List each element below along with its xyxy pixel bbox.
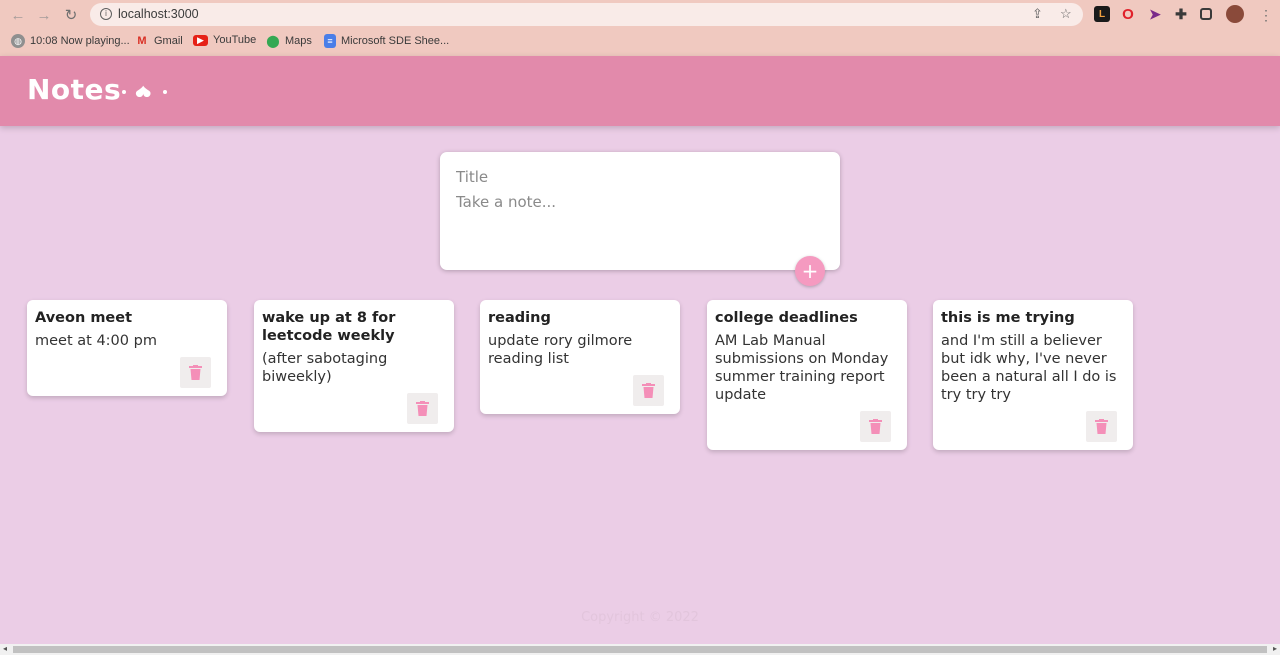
- menu-dots-icon[interactable]: ⋮: [1256, 5, 1276, 25]
- trash-icon: [189, 365, 202, 380]
- add-note-button[interactable]: +: [795, 256, 825, 286]
- bookmark-label: Microsoft SDE Shee...: [341, 35, 450, 47]
- side-panel-icon[interactable]: [1200, 8, 1212, 20]
- note-card: college deadlines AM Lab Manual submissi…: [707, 300, 907, 450]
- bookmark-label: Maps: [285, 35, 312, 47]
- bookmark-gmail[interactable]: M Gmail: [135, 34, 183, 48]
- note-content: (after sabotaging biweekly): [262, 351, 388, 385]
- delete-button[interactable]: [180, 357, 211, 388]
- delete-button[interactable]: [1086, 411, 1117, 442]
- bookmark-youtube[interactable]: ▶ YouTube: [193, 34, 256, 46]
- opera-icon[interactable]: O: [1120, 6, 1136, 23]
- heart-icon: ❥: [133, 83, 156, 101]
- share-icon[interactable]: ⇪: [1032, 6, 1043, 22]
- maps-icon: ⬤: [266, 34, 280, 48]
- copyright-text: Copyright © 2022: [581, 610, 699, 625]
- cursor-extension-icon[interactable]: ➤: [1147, 6, 1163, 22]
- note-content-input[interactable]: [456, 193, 816, 253]
- app-title: Notes: [27, 73, 122, 106]
- puzzle-icon[interactable]: ✚: [1173, 6, 1189, 22]
- browser-toolbar: ← → ↻ i localhost:3000 ⇪ ☆ L O ➤ ✚ ⋮: [0, 0, 1280, 29]
- youtube-icon: ▶: [193, 34, 208, 46]
- bookmarks-bar: ◍ 10:08 Now playing... M Gmail ▶ YouTube…: [0, 29, 1280, 56]
- delete-button[interactable]: [407, 393, 438, 424]
- delete-button[interactable]: [633, 375, 664, 406]
- note-title: Aveon meet: [35, 310, 133, 326]
- site-info-icon[interactable]: i: [100, 8, 112, 20]
- note-content: AM Lab Manual submissions on Monday summ…: [715, 333, 889, 403]
- note-card: reading update rory gilmore reading list: [480, 300, 680, 414]
- note-content: and I'm still a believer but idk why, I'…: [941, 333, 1117, 403]
- docs-icon: ≡: [324, 34, 336, 48]
- dot-icon: [122, 90, 126, 94]
- note-title: college deadlines: [715, 310, 858, 326]
- note-title-input[interactable]: [456, 166, 816, 188]
- extension-icon[interactable]: L: [1094, 6, 1110, 22]
- note-content: meet at 4:00 pm: [35, 333, 157, 349]
- bookmark-star-icon[interactable]: ☆: [1060, 6, 1072, 22]
- horizontal-scrollbar[interactable]: ◂ ▸: [0, 644, 1280, 655]
- address-bar[interactable]: i localhost:3000 ⇪ ☆: [90, 3, 1083, 26]
- footer: Copyright © 2022: [0, 610, 1280, 625]
- bookmark-label: 10:08 Now playing...: [30, 35, 130, 47]
- bookmark-sde-sheet[interactable]: ≡ Microsoft SDE Shee...: [324, 34, 449, 48]
- note-title: wake up at 8 for leetcode weekly: [262, 310, 396, 344]
- reload-icon[interactable]: ↻: [61, 5, 81, 25]
- note-title: reading: [488, 310, 551, 326]
- note-card: Aveon meet meet at 4:00 pm: [27, 300, 227, 396]
- trash-icon: [869, 419, 882, 434]
- note-title: this is me trying: [941, 310, 1075, 326]
- create-note-form: [440, 152, 840, 270]
- scroll-left-icon[interactable]: ◂: [3, 644, 7, 653]
- bookmark-now-playing[interactable]: ◍ 10:08 Now playing...: [11, 34, 130, 48]
- dot-icon: [162, 90, 167, 94]
- trash-icon: [1095, 419, 1108, 434]
- url-text: localhost:3000: [118, 7, 199, 21]
- trash-icon: [642, 383, 655, 398]
- delete-button[interactable]: [860, 411, 891, 442]
- forward-arrow-icon[interactable]: →: [34, 5, 54, 25]
- note-card: this is me trying and I'm still a believ…: [933, 300, 1133, 450]
- scroll-right-icon[interactable]: ▸: [1273, 644, 1277, 653]
- globe-icon: ◍: [11, 34, 25, 48]
- avatar[interactable]: [1226, 5, 1244, 23]
- header-decoration: ❥: [122, 82, 167, 102]
- app-header: Notes ❥: [0, 56, 1280, 126]
- back-arrow-icon[interactable]: ←: [8, 5, 28, 25]
- note-content: update rory gilmore reading list: [488, 333, 633, 367]
- bookmark-label: YouTube: [213, 34, 257, 46]
- bookmark-label: Gmail: [154, 35, 183, 47]
- trash-icon: [416, 401, 429, 416]
- gmail-icon: M: [137, 35, 147, 47]
- note-card: wake up at 8 for leetcode weekly (after …: [254, 300, 454, 432]
- bookmark-maps[interactable]: ⬤ Maps: [266, 34, 312, 48]
- scrollbar-thumb[interactable]: [13, 646, 1267, 653]
